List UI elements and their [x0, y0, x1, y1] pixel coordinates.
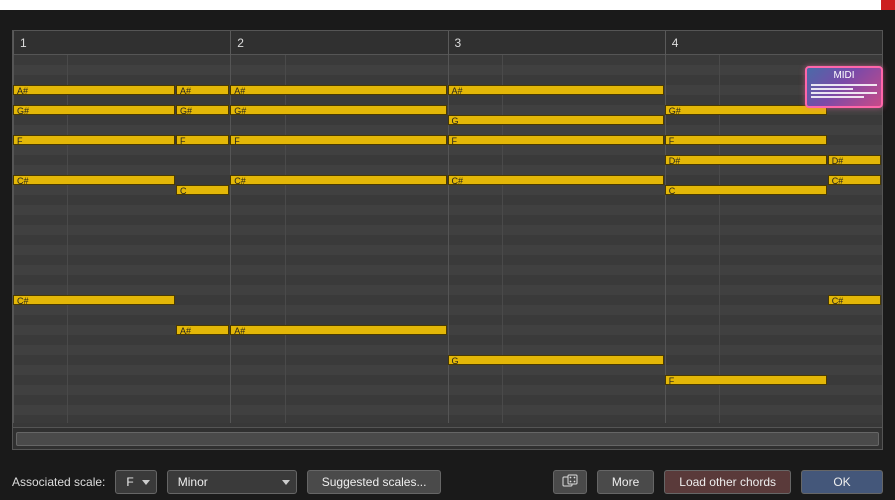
midi-note[interactable]: C# — [230, 175, 446, 185]
chevron-down-icon — [142, 480, 150, 485]
midi-note[interactable]: D# — [665, 155, 827, 165]
midi-note[interactable]: C# — [828, 175, 881, 185]
midi-note[interactable]: G# — [13, 105, 175, 115]
load-other-chords-button[interactable]: Load other chords — [664, 470, 791, 494]
window-titlebar — [0, 0, 895, 10]
root-note-select[interactable]: F — [115, 470, 156, 494]
bottom-toolbar: Associated scale: F Minor Suggested scal… — [0, 464, 895, 500]
grid-row — [13, 255, 882, 265]
midi-note[interactable]: F — [230, 135, 446, 145]
grid-row — [13, 235, 882, 245]
piano-roll-editor: 1234 A#A#A#A#G#G#G#GG#FFFFFD#D#C#CC#C#CC… — [12, 30, 883, 450]
grid-row — [13, 285, 882, 295]
scale-label: Associated scale: — [12, 475, 105, 489]
grid-row — [13, 195, 882, 205]
midi-drag-badge[interactable]: MIDI — [805, 66, 883, 108]
grid-row — [13, 405, 882, 415]
grid-row — [13, 55, 882, 65]
midi-note[interactable]: C# — [13, 175, 175, 185]
dice-icon — [562, 474, 578, 490]
midi-note[interactable]: C# — [13, 295, 175, 305]
grid-row — [13, 205, 882, 215]
midi-note[interactable]: D# — [828, 155, 881, 165]
grid-row — [13, 385, 882, 395]
grid-row — [13, 165, 882, 175]
grid-row — [13, 215, 882, 225]
grid-row — [13, 325, 882, 335]
ok-button[interactable]: OK — [801, 470, 883, 494]
midi-note[interactable]: F — [665, 375, 827, 385]
grid-row — [13, 145, 882, 155]
midi-note[interactable]: A# — [230, 85, 446, 95]
grid-row — [13, 265, 882, 275]
midi-note[interactable]: G# — [665, 105, 827, 115]
bar-ruler[interactable]: 1234 — [13, 31, 882, 55]
midi-note[interactable]: G# — [230, 105, 446, 115]
midi-note[interactable]: A# — [230, 325, 446, 335]
more-button[interactable]: More — [597, 470, 654, 494]
grid-row — [13, 125, 882, 135]
midi-note[interactable]: G — [448, 115, 664, 125]
midi-note[interactable]: A# — [448, 85, 664, 95]
grid-row — [13, 365, 882, 375]
bar-number: 4 — [665, 31, 882, 55]
bar-number: 2 — [230, 31, 447, 55]
horizontal-scrollbar[interactable] — [13, 427, 882, 449]
bar-number: 3 — [448, 31, 665, 55]
randomize-button[interactable] — [553, 470, 587, 494]
grid-row — [13, 75, 882, 85]
midi-icon — [809, 84, 879, 104]
midi-note[interactable]: G# — [176, 105, 229, 115]
grid-row — [13, 225, 882, 235]
midi-note[interactable]: C# — [448, 175, 664, 185]
midi-note[interactable]: F — [665, 135, 827, 145]
grid-row — [13, 335, 882, 345]
midi-badge-label: MIDI — [809, 70, 879, 81]
scale-mode-value: Minor — [178, 475, 208, 489]
midi-note[interactable]: F — [13, 135, 175, 145]
suggested-scales-button[interactable]: Suggested scales... — [307, 470, 442, 494]
scale-mode-select[interactable]: Minor — [167, 470, 297, 494]
grid-row — [13, 65, 882, 75]
grid-row — [13, 305, 882, 315]
midi-note[interactable]: C# — [828, 295, 881, 305]
grid-row — [13, 245, 882, 255]
note-grid[interactable]: A#A#A#A#G#G#G#GG#FFFFFD#D#C#CC#C#CC#C#C#… — [13, 55, 882, 423]
grid-row — [13, 275, 882, 285]
midi-note[interactable]: F — [176, 135, 229, 145]
midi-note[interactable]: G — [448, 355, 664, 365]
midi-note[interactable]: A# — [13, 85, 175, 95]
chevron-down-icon — [282, 480, 290, 485]
grid-row — [13, 415, 882, 423]
grid-row — [13, 95, 882, 105]
grid-row — [13, 315, 882, 325]
bar-number: 1 — [13, 31, 230, 55]
midi-note[interactable]: A# — [176, 325, 229, 335]
close-icon[interactable] — [881, 0, 895, 10]
grid-row — [13, 345, 882, 355]
scrollbar-thumb[interactable] — [16, 432, 879, 446]
midi-note[interactable]: A# — [176, 85, 229, 95]
root-note-value: F — [126, 475, 133, 489]
midi-note[interactable]: F — [448, 135, 664, 145]
grid-row — [13, 395, 882, 405]
midi-note[interactable]: C — [665, 185, 827, 195]
midi-note[interactable]: C — [176, 185, 229, 195]
